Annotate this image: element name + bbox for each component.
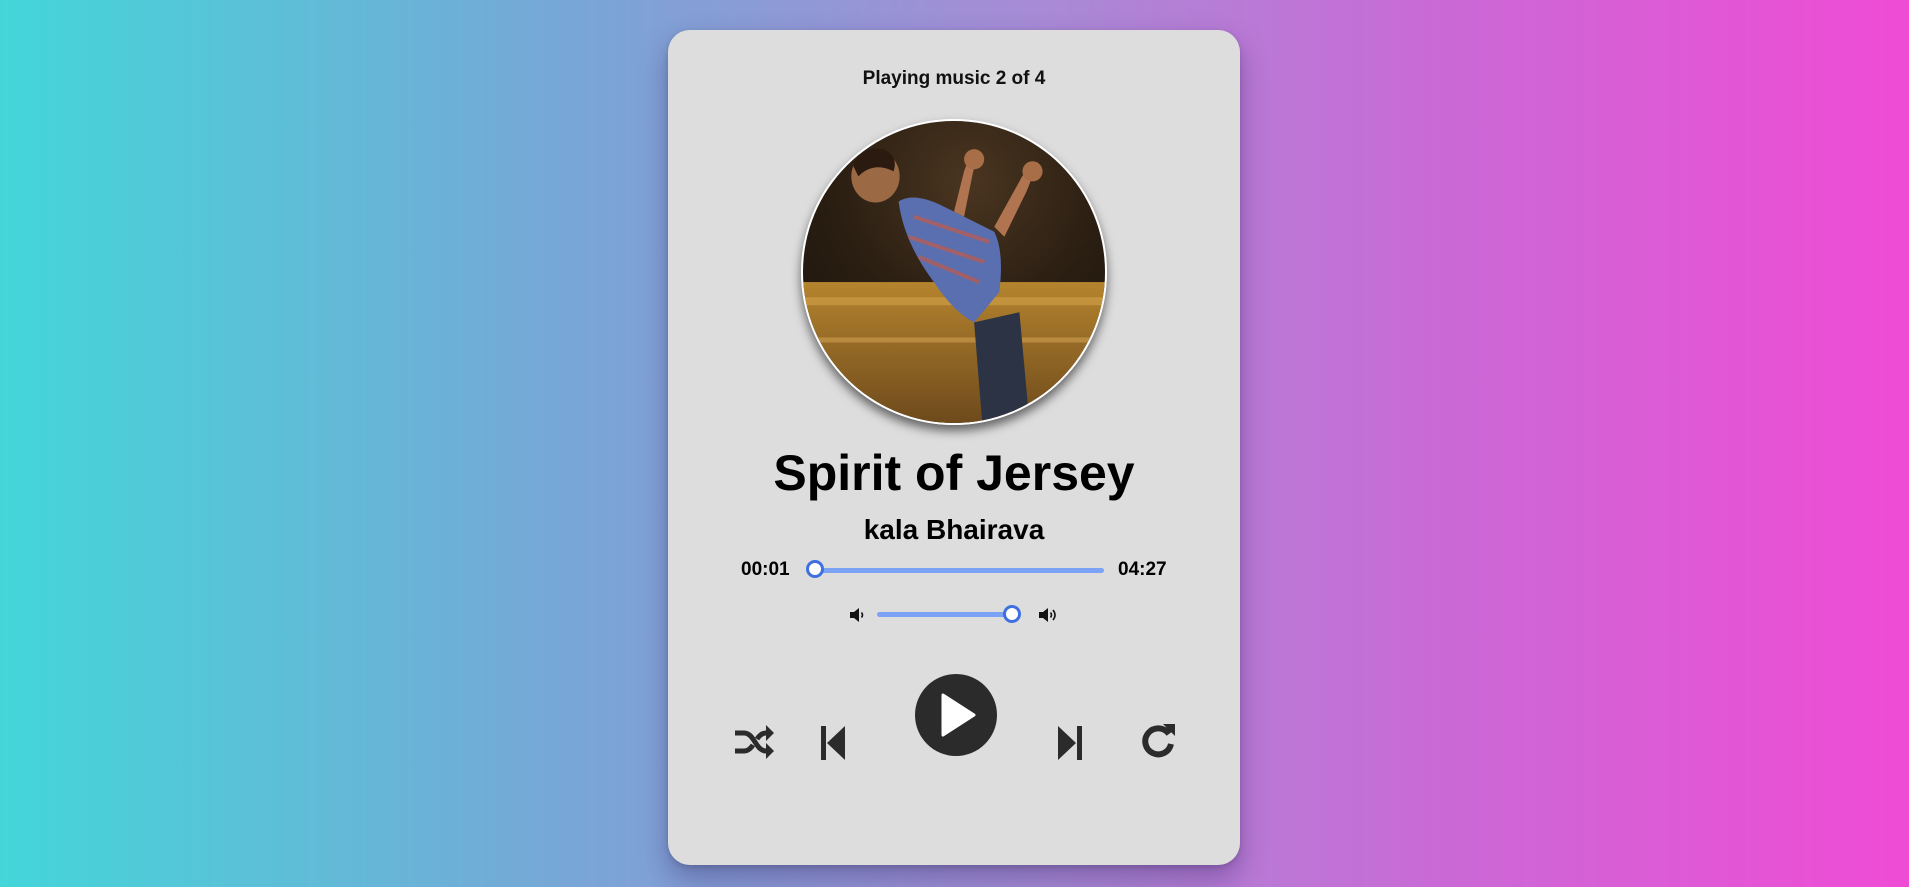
song-title: Spirit of Jersey — [773, 445, 1135, 501]
volume-slider[interactable] — [877, 612, 1017, 617]
previous-button[interactable] — [818, 722, 848, 764]
total-time: 04:27 — [1118, 559, 1167, 580]
volume-slider-thumb[interactable] — [1003, 605, 1021, 623]
repeat-icon — [1142, 724, 1175, 758]
progress-slider-thumb[interactable] — [806, 560, 824, 578]
volume-high-icon[interactable] — [1038, 606, 1060, 624]
album-cover-image — [803, 121, 1105, 423]
repeat-button[interactable] — [1138, 720, 1178, 762]
album-cover — [801, 119, 1107, 425]
shuffle-icon — [735, 725, 774, 759]
skip-next-icon — [1058, 726, 1082, 760]
play-icon — [941, 693, 976, 737]
skip-previous-icon — [821, 726, 845, 760]
current-time: 00:01 — [741, 559, 790, 580]
next-button[interactable] — [1055, 722, 1085, 764]
artist-name: kala Bhairava — [863, 514, 1045, 545]
play-button[interactable] — [915, 674, 997, 756]
volume-low-icon[interactable] — [848, 606, 870, 624]
playing-status: Playing music 2 of 4 — [862, 68, 1046, 89]
music-player-card: Playing music 2 of 4 Spirit of Jersey ka… — [668, 30, 1240, 865]
shuffle-button[interactable] — [732, 720, 776, 764]
progress-slider[interactable] — [814, 568, 1104, 573]
